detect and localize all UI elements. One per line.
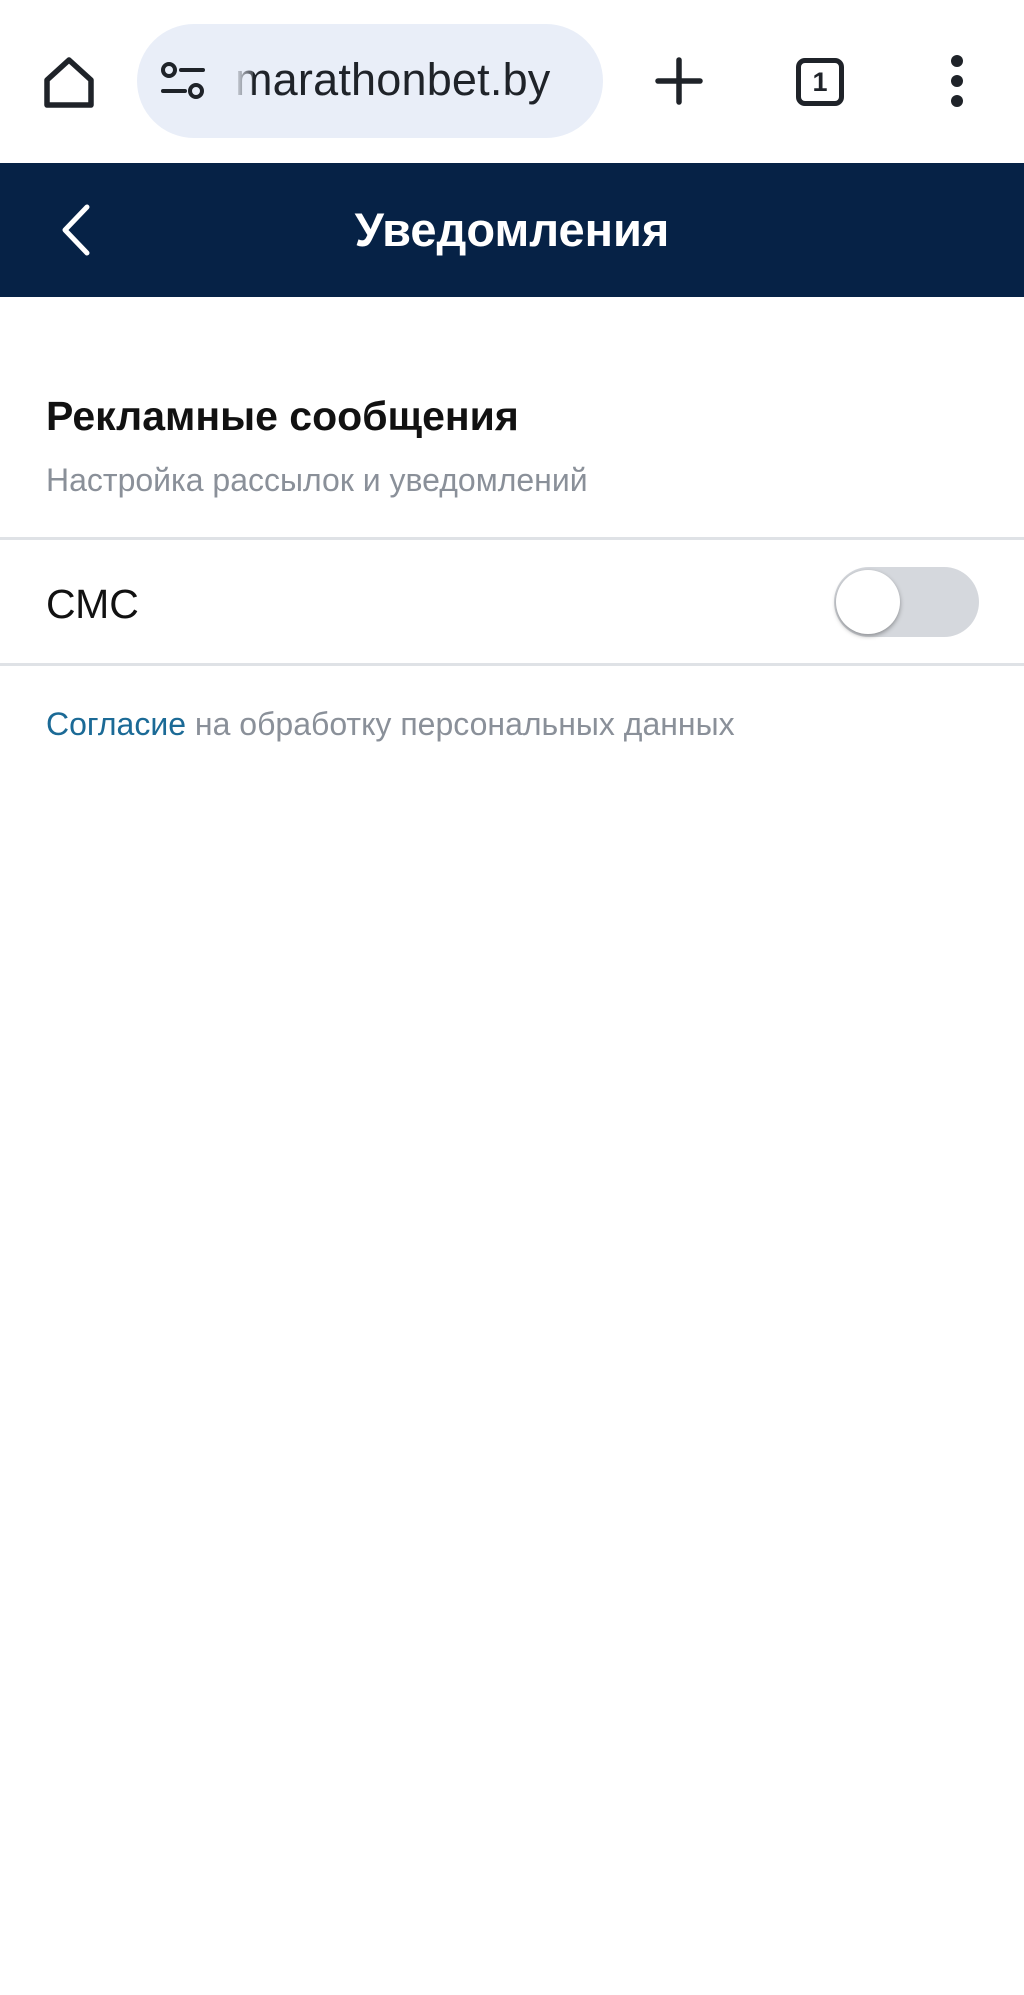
home-button[interactable] xyxy=(30,44,108,122)
consent-link[interactable]: Согласие xyxy=(46,706,186,742)
more-vert-icon xyxy=(951,55,963,107)
consent-rest: на обработку персональных данных xyxy=(186,706,735,742)
site-settings-icon xyxy=(161,62,205,99)
divider xyxy=(0,663,1024,666)
sms-toggle[interactable] xyxy=(834,567,979,637)
consent-text: Согласие на обработку персональных данны… xyxy=(46,703,735,745)
page-title: Уведомления xyxy=(354,203,670,256)
divider xyxy=(0,537,1024,540)
browser-toolbar: marathonbet.by 1 xyxy=(0,0,1024,163)
app-header: Уведомления xyxy=(0,163,1024,297)
browser-menu-button[interactable] xyxy=(918,42,996,120)
tab-switcher-button[interactable]: 1 xyxy=(780,42,860,122)
sms-setting-row: СМС xyxy=(0,541,1024,665)
url-fade xyxy=(233,44,253,118)
new-tab-button[interactable] xyxy=(640,42,718,120)
tab-count: 1 xyxy=(812,66,828,97)
home-icon xyxy=(44,57,94,108)
back-button[interactable] xyxy=(40,193,114,267)
chevron-left-icon xyxy=(62,204,90,256)
address-bar[interactable]: marathonbet.by xyxy=(137,24,603,138)
section-title: Рекламные сообщения xyxy=(46,393,519,439)
toggle-knob xyxy=(836,570,900,634)
tab-switcher-icon: 1 xyxy=(796,58,844,106)
plus-icon xyxy=(655,57,703,105)
section-subtitle: Настройка рассылок и уведомлений xyxy=(46,462,588,498)
sms-label: СМС xyxy=(46,581,139,627)
url-text: marathonbet.by xyxy=(235,54,551,105)
